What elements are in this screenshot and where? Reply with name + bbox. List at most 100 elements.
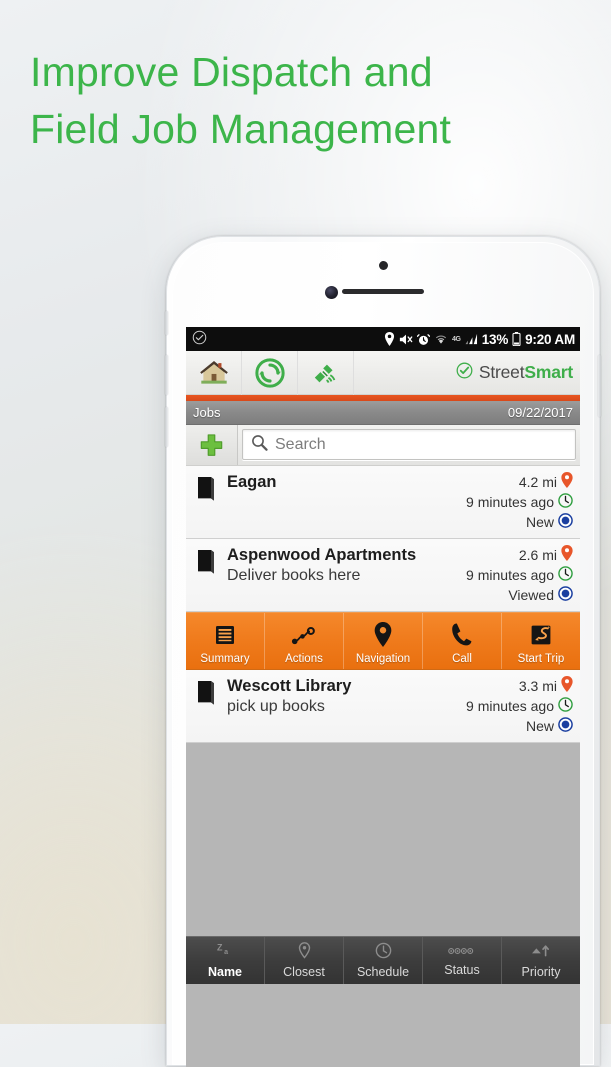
sync-icon[interactable]	[242, 350, 298, 395]
app-brand: StreetSmart	[456, 362, 580, 384]
job-meta: 4.2 mi 9 minutes ago New	[466, 472, 573, 531]
svg-text:a: a	[224, 948, 228, 956]
brand-first: Street	[478, 362, 525, 382]
status-bar-right: 4G 13% 9:20 AM	[384, 332, 575, 347]
tab-priority[interactable]: Priority	[502, 937, 580, 984]
map-pin-icon	[561, 676, 573, 695]
summary-button[interactable]: Summary	[186, 613, 265, 669]
job-time-row: 9 minutes ago	[466, 493, 573, 511]
job-distance-label: 3.3 mi	[518, 677, 557, 694]
status-dot-icon	[558, 586, 573, 604]
status-badge: New	[525, 514, 554, 530]
tab-closest[interactable]: Closest	[265, 937, 344, 984]
wifi-icon	[434, 333, 448, 345]
job-meta: 2.6 mi 9 minutes ago Viewed	[466, 545, 573, 604]
status-bar: 4G 13% 9:20 AM	[186, 327, 580, 351]
action-label: Actions	[285, 653, 323, 665]
add-job-button[interactable]	[186, 425, 238, 465]
navigation-button[interactable]: Navigation	[344, 613, 423, 669]
silent-switch[interactable]	[165, 311, 168, 335]
book-icon	[195, 472, 225, 507]
svg-text:Z: Z	[217, 943, 223, 953]
status-badge: New	[525, 718, 554, 734]
phone-screen: 4G 13% 9:20 AM StreetSmart Jobs 09/22/20…	[186, 327, 580, 1067]
volume-down-button[interactable]	[165, 407, 168, 447]
battery-percent-label: 13%	[481, 331, 509, 347]
job-text-block: Wescott Library pick up books	[225, 676, 466, 718]
book-icon	[195, 676, 225, 711]
map-pin-icon	[561, 545, 573, 564]
proximity-sensor-icon	[379, 261, 388, 270]
action-label: Call	[452, 653, 472, 665]
status-dot-icon	[558, 513, 573, 531]
closest-pin-icon	[298, 942, 311, 964]
job-action-bar: Summary Actions Navigation Call Start Tr…	[186, 612, 580, 670]
power-button[interactable]	[598, 355, 601, 417]
table-row[interactable]: Eagan 4.2 mi 9 minutes ago New	[186, 466, 580, 539]
start-trip-icon	[529, 623, 553, 652]
brand-second: Smart	[524, 362, 573, 382]
jobs-title-label: Jobs	[193, 405, 221, 420]
job-title: Eagan	[227, 473, 277, 491]
volume-up-button[interactable]	[165, 355, 168, 395]
job-subtitle: pick up books	[227, 698, 325, 716]
bottom-tab-bar: Za Name Closest Schedule Status Priority	[186, 936, 580, 984]
book-icon	[195, 545, 225, 580]
alarm-icon	[416, 333, 430, 346]
app-toolbar: StreetSmart	[186, 350, 580, 395]
signal-bars-icon	[465, 333, 478, 345]
search-input[interactable]: Search	[242, 429, 576, 460]
tab-label: Closest	[283, 965, 325, 979]
start-trip-button[interactable]: Start Trip	[502, 613, 580, 669]
tab-label: Priority	[521, 964, 561, 979]
home-icon[interactable]	[186, 350, 242, 395]
page-title: Improve Dispatch and Field Job Managemen…	[30, 49, 452, 152]
job-time-row: 9 minutes ago	[466, 566, 573, 584]
gps-satellite-icon[interactable]	[298, 350, 354, 395]
job-time-label: 9 minutes ago	[466, 494, 554, 510]
action-label: Navigation	[355, 653, 411, 665]
job-distance-row: 2.6 mi	[519, 545, 573, 564]
clock-icon	[558, 697, 573, 715]
search-icon	[251, 434, 268, 456]
job-meta: 3.3 mi 9 minutes ago New	[466, 676, 573, 735]
tab-status[interactable]: Status	[423, 937, 502, 984]
tab-schedule[interactable]: Schedule	[344, 937, 423, 984]
priority-arrows-icon	[530, 943, 552, 964]
navigation-pin-icon	[373, 622, 393, 652]
network-type-label: 4G	[451, 335, 461, 343]
phone-call-icon	[450, 622, 474, 652]
location-pin-icon	[384, 332, 395, 346]
mute-icon	[399, 333, 413, 346]
battery-icon	[512, 332, 521, 346]
status-dot-icon	[558, 717, 573, 735]
job-distance-label: 2.6 mi	[518, 546, 557, 563]
sort-za-icon: Za	[216, 942, 235, 964]
job-distance-label: 4.2 mi	[518, 473, 557, 490]
job-list: Eagan 4.2 mi 9 minutes ago New Aspenwood…	[186, 466, 580, 743]
tab-label: Name	[207, 965, 243, 979]
front-camera-icon	[325, 286, 338, 299]
table-row[interactable]: Wescott Library pick up books 3.3 mi 9 m…	[186, 670, 580, 743]
brand-check-icon	[456, 362, 473, 384]
job-time-label: 9 minutes ago	[466, 698, 554, 714]
call-button[interactable]: Call	[423, 613, 502, 669]
check-circle-icon	[192, 330, 207, 348]
job-distance-row: 4.2 mi	[519, 472, 573, 491]
schedule-clock-icon	[375, 942, 392, 964]
action-label: Start Trip	[517, 653, 565, 665]
map-pin-icon	[561, 472, 573, 491]
empty-list-area	[186, 743, 580, 936]
tab-label: Status	[444, 963, 480, 977]
job-time-row: 9 minutes ago	[466, 697, 573, 715]
tab-name[interactable]: Za Name	[186, 937, 265, 984]
job-text-block: Eagan	[225, 472, 466, 493]
job-subtitle: Deliver books here	[227, 567, 361, 585]
clock-label: 9:20 AM	[525, 331, 575, 347]
job-time-label: 9 minutes ago	[466, 567, 554, 583]
actions-button[interactable]: Actions	[265, 613, 344, 669]
brand-label: StreetSmart	[479, 362, 573, 383]
summary-list-icon	[213, 623, 237, 652]
table-row[interactable]: Aspenwood Apartments Deliver books here …	[186, 539, 580, 612]
jobs-title-bar: Jobs 09/22/2017	[186, 401, 580, 425]
